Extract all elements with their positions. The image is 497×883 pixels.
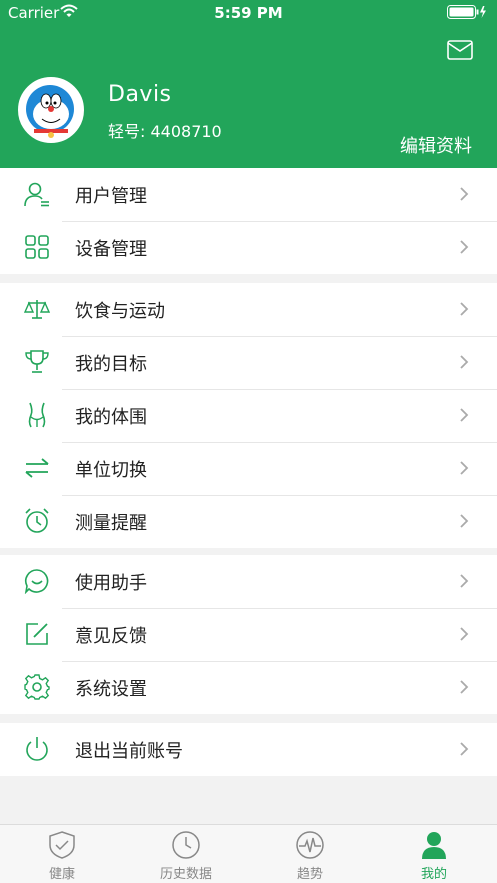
- user-manage-icon: [24, 182, 49, 207]
- tab-bar: 健康 历史数据 趋势 我的: [0, 824, 497, 883]
- menu-group-health: 饮食与运动 我的目标 我的体围 单位切换 测量提醒: [0, 283, 497, 548]
- mail-icon[interactable]: [447, 40, 473, 60]
- menu-item-device-management[interactable]: 设备管理: [0, 221, 497, 274]
- pulse-icon: [296, 831, 324, 859]
- menu-group-account: 用户管理 设备管理: [0, 168, 497, 274]
- menu-label: 用户管理: [75, 186, 147, 207]
- shield-check-icon: [49, 831, 75, 859]
- user-id: 轻号: 4408710: [108, 122, 222, 141]
- alarm-clock-icon: [25, 508, 49, 533]
- menu-item-unit-switch[interactable]: 单位切换: [0, 442, 497, 495]
- clock-icon: [172, 831, 200, 859]
- avatar-image: [20, 79, 82, 141]
- chevron-right-icon: [460, 514, 469, 528]
- tab-health[interactable]: 健康: [0, 825, 124, 883]
- menu-label: 设备管理: [75, 239, 147, 260]
- chevron-right-icon: [460, 302, 469, 316]
- chevron-right-icon: [460, 627, 469, 641]
- swap-arrows-icon: [25, 458, 49, 478]
- gear-icon: [24, 674, 50, 700]
- menu-label: 我的目标: [75, 354, 147, 375]
- menu-item-help[interactable]: 使用助手: [0, 555, 497, 608]
- chevron-right-icon: [460, 461, 469, 475]
- scale-balance-icon: [24, 300, 50, 319]
- tab-history[interactable]: 历史数据: [124, 825, 248, 883]
- menu-item-logout[interactable]: 退出当前账号: [0, 723, 497, 776]
- person-icon: [422, 832, 446, 859]
- chevron-right-icon: [460, 187, 469, 201]
- username: Davis: [108, 82, 172, 107]
- menu-label: 我的体围: [75, 407, 147, 428]
- device-grid-icon: [25, 235, 49, 259]
- chevron-right-icon: [460, 355, 469, 369]
- chat-bubble-icon: [24, 569, 49, 594]
- edit-square-icon: [26, 623, 48, 645]
- menu-item-feedback[interactable]: 意见反馈: [0, 608, 497, 661]
- menu-group-logout: 退出当前账号: [0, 723, 497, 776]
- menu-item-diet-exercise[interactable]: 饮食与运动: [0, 283, 497, 336]
- tab-label: 历史数据: [159, 867, 212, 882]
- menu-item-measurement-reminder[interactable]: 测量提醒: [0, 495, 497, 548]
- trophy-icon: [25, 350, 49, 373]
- chevron-right-icon: [460, 742, 469, 756]
- power-icon: [26, 737, 48, 761]
- tab-mine[interactable]: 我的: [372, 825, 496, 883]
- menu-group-support: 使用助手 意见反馈 系统设置: [0, 555, 497, 714]
- body-figure-icon: [28, 402, 46, 428]
- menu-item-my-goals[interactable]: 我的目标: [0, 336, 497, 389]
- chevron-right-icon: [460, 240, 469, 254]
- menu-label: 意见反馈: [75, 626, 147, 647]
- status-bar: Carrier 5:59 PM: [0, 0, 497, 26]
- menu-label: 单位切换: [75, 460, 147, 481]
- menu-label: 使用助手: [75, 573, 147, 594]
- menu-item-my-measurements[interactable]: 我的体围: [0, 389, 497, 442]
- tab-trends[interactable]: 趋势: [248, 825, 372, 883]
- battery-icon: [447, 5, 486, 19]
- chevron-right-icon: [460, 574, 469, 588]
- chevron-right-icon: [460, 680, 469, 694]
- chevron-right-icon: [460, 408, 469, 422]
- menu-label: 系统设置: [75, 679, 147, 700]
- tab-label: 健康: [48, 867, 75, 882]
- tab-label: 趋势: [296, 867, 323, 882]
- edit-profile-link[interactable]: 编辑资料: [400, 132, 472, 158]
- menu-label: 饮食与运动: [75, 301, 165, 322]
- menu-item-system-settings[interactable]: 系统设置: [0, 661, 497, 714]
- avatar[interactable]: [18, 77, 84, 143]
- clock-time: 5:59 PM: [214, 4, 283, 22]
- menu-label: 退出当前账号: [75, 741, 183, 762]
- profile-header: Carrier 5:59 PM Davis 轻号: 4408710 编辑资料: [0, 0, 497, 168]
- tab-label: 我的: [420, 867, 447, 882]
- menu-label: 测量提醒: [75, 513, 147, 534]
- menu-item-user-management[interactable]: 用户管理: [0, 168, 497, 221]
